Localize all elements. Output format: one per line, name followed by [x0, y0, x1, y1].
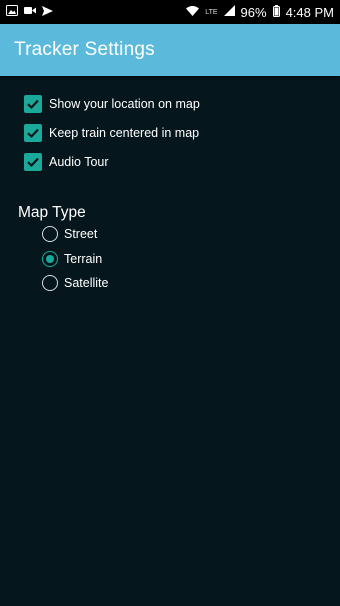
checkbox-audio-tour[interactable] [24, 153, 42, 171]
status-right: LTE 96% 4:48 PM [186, 4, 334, 20]
send-icon [42, 5, 53, 19]
app-bar: Tracker Settings [0, 24, 340, 76]
radio-button-satellite[interactable] [42, 275, 58, 291]
radio-option-terrain[interactable]: Terrain [42, 248, 108, 270]
clock: 4:48 PM [285, 4, 334, 20]
radio-button-terrain[interactable] [42, 250, 58, 267]
option-audio-tour[interactable]: Audio Tour [0, 150, 340, 174]
map-type-radio-group: Street Terrain Satellite [42, 223, 108, 297]
wifi-icon [186, 5, 200, 19]
page-title: Tracker Settings [14, 39, 155, 60]
option-keep-centered[interactable]: Keep train centered in map [0, 121, 340, 145]
map-type-heading: Map Type [18, 204, 86, 221]
radio-button-street[interactable] [42, 226, 58, 242]
signal-icon [223, 5, 235, 19]
status-bar: LTE 96% 4:48 PM [0, 0, 340, 24]
option-label: Show your location on map [49, 97, 200, 111]
status-left [6, 5, 53, 19]
battery-percent: 96% [240, 4, 267, 20]
battery-icon [272, 4, 280, 20]
gallery-icon [6, 5, 18, 19]
checkmark-icon [27, 99, 39, 110]
checkmark-icon [27, 157, 39, 168]
option-label: Keep train centered in map [49, 126, 200, 140]
option-show-location[interactable]: Show your location on map [0, 92, 340, 116]
radio-label: Satellite [64, 276, 109, 290]
radio-selected-dot [46, 254, 54, 263]
checkbox-show-location[interactable] [24, 95, 42, 113]
checkbox-keep-centered[interactable] [24, 124, 42, 142]
radio-label: Terrain [64, 251, 103, 266]
radio-option-satellite[interactable]: Satellite [42, 272, 108, 294]
video-icon [24, 6, 36, 18]
lte-label: LTE [205, 8, 218, 16]
option-label: Audio Tour [49, 155, 109, 169]
settings-list: Show your location on map Keep train cen… [0, 92, 340, 179]
checkmark-icon [27, 128, 39, 139]
radio-label: Street [64, 227, 98, 241]
radio-option-street[interactable]: Street [42, 223, 108, 245]
